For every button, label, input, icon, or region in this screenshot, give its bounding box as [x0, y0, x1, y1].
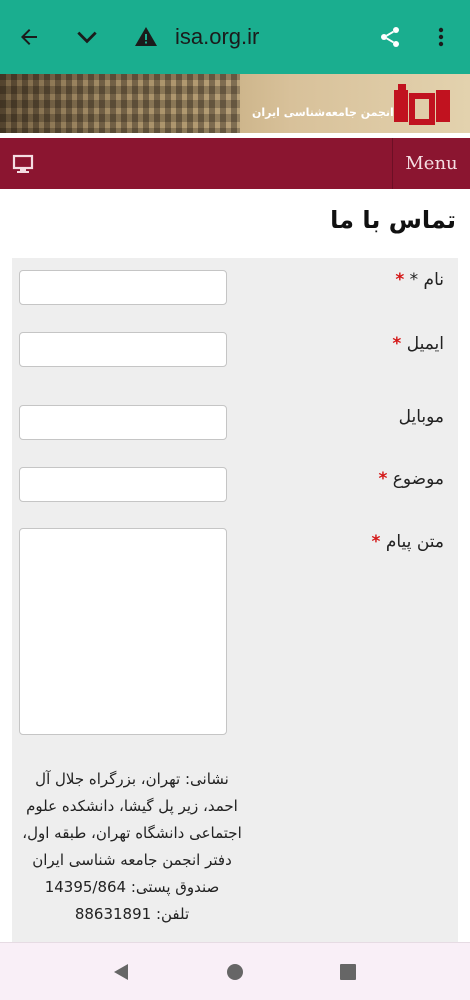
message-label-text: متن پیام — [385, 532, 444, 552]
subject-input[interactable] — [19, 467, 227, 502]
isa-logo — [392, 82, 454, 126]
warning-icon[interactable] — [131, 22, 161, 52]
menu-button[interactable]: Menu — [392, 138, 470, 189]
site-banner[interactable]: انجمن جامعه‌شناسی ایران — [0, 74, 470, 136]
name-label: نام * * — [395, 270, 444, 290]
name-label-text: نام * — [409, 270, 444, 290]
society-name: انجمن جامعه‌شناسی ایران — [252, 106, 394, 119]
chevron-down-icon[interactable] — [72, 22, 102, 52]
po-box-text: صندوق پستی: 14395/864 — [44, 878, 220, 896]
mobile-input[interactable] — [19, 405, 227, 440]
address-text: نشانی: تهران، بزرگراه جلال آل احمد، زیر … — [22, 770, 242, 869]
page-title: تماس با ما — [330, 206, 456, 234]
system-nav-bar — [0, 942, 470, 1000]
email-input[interactable] — [19, 332, 227, 367]
mobile-label: موبایل — [399, 407, 444, 427]
required-mark: * — [392, 334, 402, 354]
name-input[interactable] — [19, 270, 227, 305]
share-icon[interactable] — [375, 22, 405, 52]
banner-photo — [0, 74, 240, 133]
email-label: ایمیل * — [392, 334, 444, 354]
nav-recents-icon[interactable] — [337, 961, 359, 983]
email-label-text: ایمیل — [406, 334, 444, 354]
url-text[interactable]: isa.org.ir — [175, 24, 259, 50]
desktop-icon[interactable] — [12, 154, 34, 174]
site-navbar: Menu — [0, 138, 470, 189]
contact-info: نشانی: تهران، بزرگراه جلال آل احمد، زیر … — [22, 766, 242, 928]
browser-toolbar: isa.org.ir — [0, 0, 470, 74]
phone-text: تلفن: 88631891 — [74, 905, 190, 923]
back-arrow-icon[interactable] — [14, 22, 44, 52]
nav-home-icon[interactable] — [224, 961, 246, 983]
message-label: متن پیام * — [372, 532, 444, 552]
message-textarea[interactable] — [19, 528, 227, 735]
required-mark: * — [395, 270, 405, 290]
required-mark: * — [378, 469, 388, 489]
mobile-label-text: موبایل — [398, 407, 444, 427]
subject-label: موضوع * — [378, 469, 444, 489]
nav-back-icon[interactable] — [110, 961, 132, 983]
required-mark: * — [371, 532, 381, 552]
subject-label-text: موضوع — [392, 469, 444, 489]
more-vert-icon[interactable] — [426, 22, 456, 52]
